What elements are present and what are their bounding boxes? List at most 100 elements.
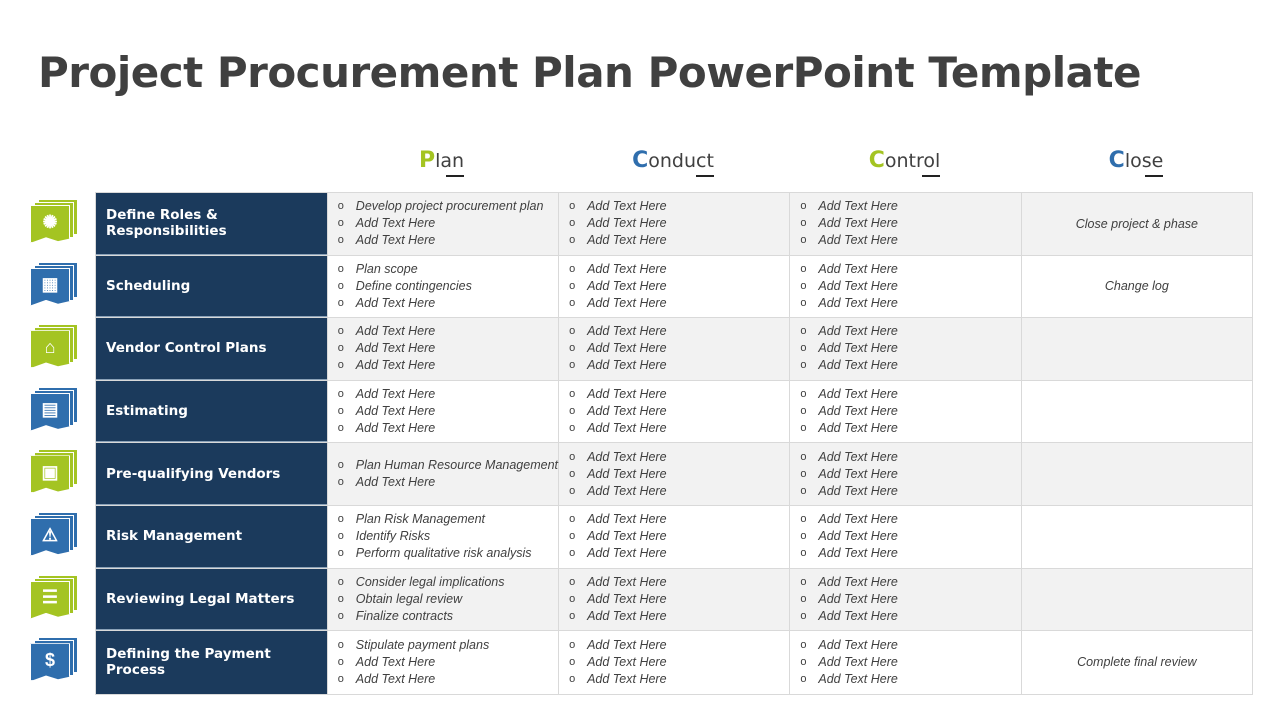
list-item: Add Text Here (569, 528, 789, 545)
vendor-store-icon: ▣ (30, 449, 80, 495)
calendar-gear-icon: ▦ (30, 261, 80, 308)
list-item: Add Text Here (338, 403, 558, 420)
list-item: Add Text Here (338, 215, 558, 232)
table-row: Pre-qualifying Vendors Plan Human Resourc… (96, 443, 1252, 506)
list-item: Add Text Here (800, 449, 1020, 466)
list-item: Obtain legal review (338, 591, 558, 608)
close-text: Change log (1104, 279, 1169, 294)
cell-conduct: Add Text HereAdd Text HereAdd Text Here (558, 193, 790, 255)
bullet-list: Add Text HereAdd Text HereAdd Text Here (800, 511, 1020, 562)
icon-glyph: ☰ (41, 587, 59, 608)
list-item: Add Text Here (569, 295, 789, 312)
cell-plan: Add Text HereAdd Text HereAdd Text Here (326, 318, 559, 380)
close-text: Close project & phase (1075, 216, 1198, 231)
row-label: Estimating (96, 380, 327, 443)
list-item: Add Text Here (338, 654, 558, 671)
phase-initial: C (868, 148, 885, 173)
row-label: Pre-qualifying Vendors (96, 443, 327, 505)
phase-underline (922, 175, 941, 177)
list-item: Add Text Here (569, 420, 789, 437)
list-item: Add Text Here (800, 483, 1020, 500)
icon-glyph: ⌂ (44, 336, 56, 357)
cell-close (1020, 318, 1252, 380)
list-item: Finalize contracts (338, 608, 558, 625)
phase-initial: P (418, 148, 436, 173)
list-item: Add Text Here (338, 295, 558, 312)
bullet-list: Plan scope Define contingenciesAdd Text … (338, 261, 558, 312)
page-title: Project Procurement Plan PowerPoint Temp… (38, 48, 1142, 97)
cell-control: Add Text HereAdd Text HereAdd Text Here (789, 505, 1021, 568)
list-item: Add Text Here (569, 323, 789, 340)
list-item: Plan Human Resource Management (338, 457, 558, 474)
cell-plan: Plan Risk ManagementIdentify RisksPerfor… (326, 505, 559, 568)
bullet-list: Add Text HereAdd Text HereAdd Text Here (800, 198, 1020, 249)
list-item: Add Text Here (800, 545, 1020, 562)
list-item: Add Text Here (569, 574, 789, 591)
list-item: Add Text Here (338, 420, 558, 437)
row-label: Risk Management (96, 505, 327, 568)
table-row: Define Roles & ResponsibilitiesDevelop p… (96, 193, 1252, 256)
cell-plan: Develop project procurement planAdd Text… (326, 193, 559, 255)
list-item: Define contingencies (338, 278, 558, 295)
list-item: Add Text Here (569, 449, 789, 466)
list-item: Add Text Here (569, 215, 789, 232)
list-item: Add Text Here (569, 591, 789, 608)
bullet-list: Add Text HereAdd Text HereAdd Text Here (569, 511, 789, 562)
phase-label-rest: lose (1124, 150, 1164, 172)
cell-control: Add Text HereAdd Text HereAdd Text Here (789, 255, 1021, 318)
cell-control: Add Text HereAdd Text HereAdd Text Here (789, 193, 1021, 255)
list-item: Add Text Here (569, 340, 789, 357)
cell-control: Add Text HereAdd Text HereAdd Text Here (789, 380, 1021, 443)
phase-header-close: Close (1021, 148, 1252, 180)
list-item: Add Text Here (569, 232, 789, 249)
phase-header-control: Control (789, 148, 1020, 180)
cell-close (1020, 568, 1252, 631)
phase-header-conduct: Conduct (558, 148, 789, 180)
bullet-list: Consider legal implicationsObtain legal … (338, 574, 558, 625)
row-label: Define Roles & Responsibilities (96, 193, 327, 255)
list-item: Add Text Here (800, 637, 1020, 654)
icon-glyph: $ (44, 649, 55, 670)
cell-conduct: Add Text HereAdd Text HereAdd Text Here (558, 380, 790, 443)
bullet-list: Add Text HereAdd Text HereAdd Text Here (800, 637, 1020, 688)
list-item: Add Text Here (569, 608, 789, 625)
list-item: Add Text Here (800, 357, 1020, 374)
list-item: Plan scope (338, 261, 558, 278)
list-item: Add Text Here (569, 403, 789, 420)
dollar-cycle-icon: $ (30, 637, 80, 683)
cell-close: Complete final review (1020, 631, 1252, 694)
list-item: Add Text Here (569, 466, 789, 483)
cell-conduct: Add Text HereAdd Text HereAdd Text Here (558, 318, 790, 380)
network-check-icon: ✺ (30, 199, 80, 245)
list-item: Add Text Here (800, 403, 1020, 420)
bullet-list: Plan Risk ManagementIdentify RisksPerfor… (338, 511, 558, 562)
table-row: EstimatingAdd Text HereAdd Text HereAdd … (96, 380, 1252, 444)
list-item: Add Text Here (338, 474, 558, 491)
bullet-list: Add Text HereAdd Text HereAdd Text Here (800, 574, 1020, 625)
list-item: Add Text Here (800, 198, 1020, 215)
phase-header-plan: Plan (326, 148, 557, 180)
cell-plan: Plan Human Resource ManagementAdd Text H… (326, 443, 559, 505)
list-item: Add Text Here (800, 420, 1020, 437)
bullet-list: Add Text HereAdd Text HereAdd Text Here (800, 323, 1020, 374)
list-item: Add Text Here (338, 357, 558, 374)
list-item: Add Text Here (338, 671, 558, 688)
list-item: Stipulate payment plans (338, 637, 558, 654)
list-item: Identify Risks (338, 528, 558, 545)
icon-glyph: ✺ (42, 211, 58, 232)
cell-conduct: Add Text HereAdd Text HereAdd Text Here (558, 568, 790, 631)
cell-plan: Stipulate payment plansAdd Text HereAdd … (326, 631, 559, 694)
list-item: Add Text Here (800, 340, 1020, 357)
icon-glyph: ⚠ (41, 524, 59, 545)
list-item: Add Text Here (800, 215, 1020, 232)
list-item: Add Text Here (800, 591, 1020, 608)
list-item: Add Text Here (800, 295, 1020, 312)
list-item: Add Text Here (800, 671, 1020, 688)
list-item: Add Text Here (800, 232, 1020, 249)
cell-close (1020, 443, 1252, 505)
bullet-list: Add Text HereAdd Text HereAdd Text Here (800, 386, 1020, 437)
table-row: SchedulingPlan scope Define contingencie… (96, 255, 1252, 319)
table-row: Reviewing Legal MattersConsider legal im… (96, 568, 1252, 632)
list-item: Add Text Here (338, 386, 558, 403)
list-item: Add Text Here (800, 574, 1020, 591)
